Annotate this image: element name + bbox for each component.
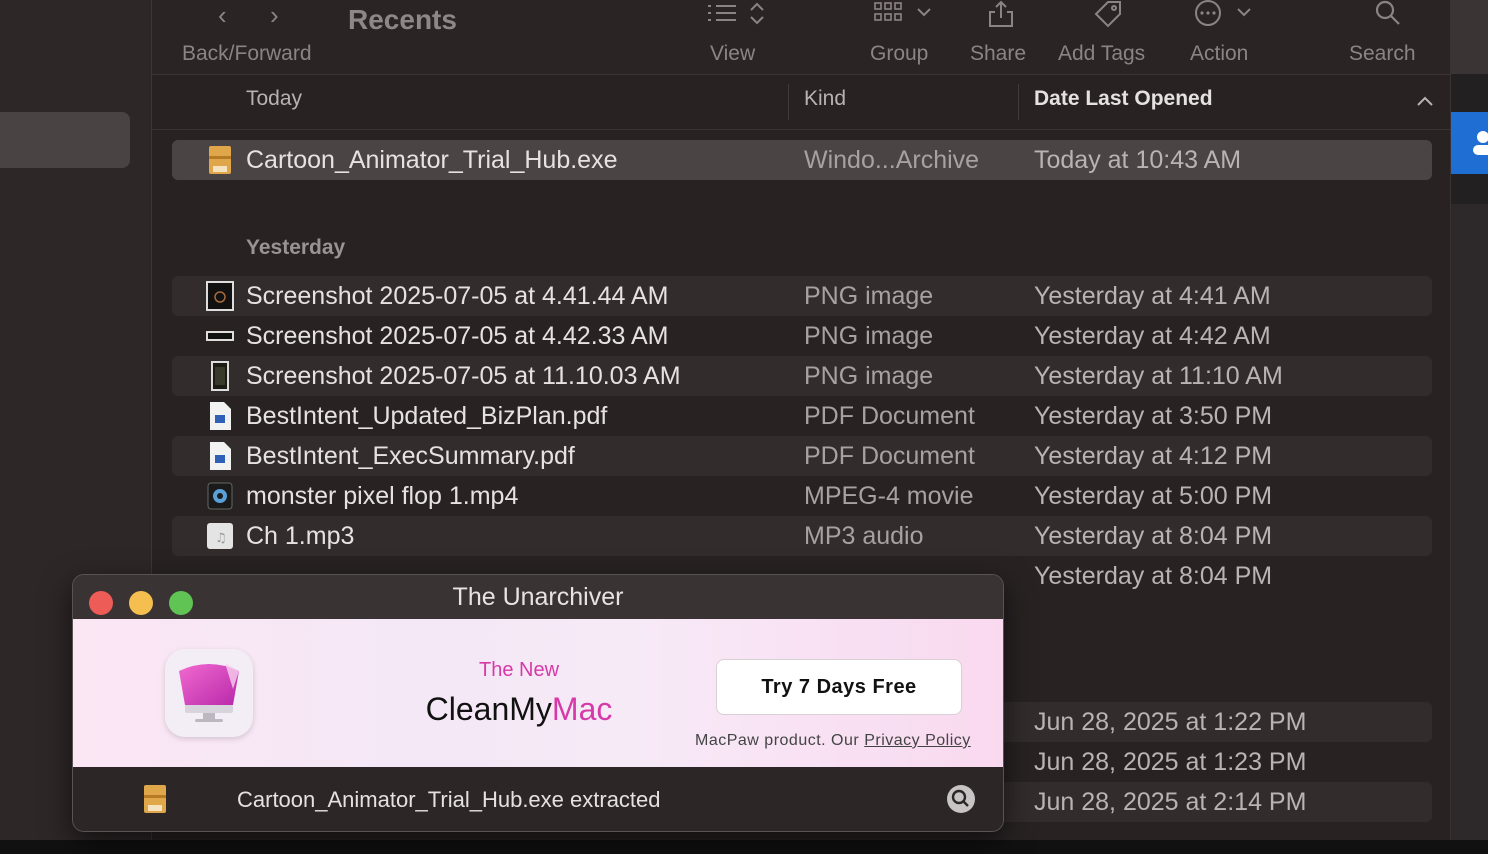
action-icon[interactable]: [1194, 0, 1252, 28]
cleanmymac-logo-icon: [165, 649, 253, 737]
table-row[interactable]: Screenshot 2025-07-05 at 4.42.33 AM PNG …: [172, 316, 1432, 356]
file-name: BestIntent_ExecSummary.pdf: [246, 442, 575, 470]
file-date: Jun 28, 2025 at 1:22 PM: [1034, 708, 1307, 736]
action-label: Action: [1190, 42, 1249, 65]
column-kind[interactable]: Kind: [804, 87, 846, 111]
privacy-policy-link[interactable]: Privacy Policy: [864, 732, 971, 749]
ad-footer-text: MacPaw product. Our: [695, 732, 860, 749]
ad-tagline: The New: [478, 659, 560, 681]
file-date: Today at 10:43 AM: [1034, 146, 1242, 174]
ad-brand-part: Mac: [551, 691, 613, 727]
sort-ascending-icon[interactable]: [1416, 95, 1434, 107]
file-date: Jun 28, 2025 at 1:23 PM: [1034, 748, 1307, 776]
try-free-button[interactable]: Try 7 Days Free: [716, 659, 962, 715]
cleanmymac-ad-banner[interactable]: The New CleanMyMac Try 7 Days Free MacPa…: [73, 619, 1003, 767]
background-toolbar: [1451, 0, 1488, 74]
pdf-icon: [210, 442, 231, 470]
unarchiver-titlebar[interactable]: The Unarchiver: [73, 575, 1003, 619]
page-title: Recents: [348, 4, 457, 35]
share-icon[interactable]: [988, 0, 1014, 28]
file-date: Yesterday at 3:50 PM: [1034, 402, 1273, 430]
file-date: Yesterday at 11:10 AM: [1034, 362, 1283, 390]
file-date: Yesterday at 4:41 AM: [1034, 282, 1271, 310]
add-tags-label: Add Tags: [1058, 42, 1146, 65]
column-date-last-opened[interactable]: Date Last Opened: [1034, 87, 1213, 111]
file-name: Cartoon_Animator_Trial_Hub.exe: [246, 146, 618, 174]
file-kind: PDF Document: [804, 442, 975, 470]
file-date: Yesterday at 5:00 PM: [1034, 482, 1273, 510]
file-name: Screenshot 2025-07-05 at 4.41.44 AM: [246, 282, 669, 310]
list-view-icon[interactable]: [708, 2, 768, 28]
file-date: Yesterday at 4:42 AM: [1034, 322, 1271, 350]
file-kind: PNG image: [804, 362, 934, 390]
archive-icon: [144, 785, 166, 813]
ad-footer: MacPaw product. Our Privacy Policy: [695, 732, 971, 750]
table-row[interactable]: monster pixel flop 1.mp4 MPEG-4 movie Ye…: [172, 476, 1432, 516]
forward-icon[interactable]: ›: [270, 0, 279, 31]
file-date: Jun 28, 2025 at 2:14 PM: [1034, 788, 1307, 816]
table-row[interactable]: Cartoon_Animator_Trial_Hub.exe Windo...A…: [172, 140, 1432, 180]
file-name: Screenshot 2025-07-05 at 11.10.03 AM: [246, 362, 681, 390]
file-date: Yesterday at 8:04 PM: [1034, 562, 1273, 590]
column-header: Today Kind Date Last Opened: [152, 75, 1450, 130]
file-date: Yesterday at 4:12 PM: [1034, 442, 1273, 470]
user-icon[interactable]: [1451, 112, 1488, 174]
group-label: Group: [870, 42, 929, 65]
audio-icon: ♫: [207, 523, 233, 549]
dock-strip: [0, 840, 1488, 854]
group-icon[interactable]: [874, 2, 938, 28]
background-panel: [1451, 204, 1488, 854]
unarchiver-title: The Unarchiver: [452, 583, 624, 611]
share-label: Share: [970, 42, 1027, 65]
reveal-in-finder-icon[interactable]: [947, 785, 975, 813]
status-text: Cartoon_Animator_Trial_Hub.exe extracted: [237, 787, 661, 812]
file-kind: PNG image: [804, 282, 934, 310]
video-icon: [207, 482, 233, 510]
file-kind: PDF Document: [804, 402, 975, 430]
table-row[interactable]: Screenshot 2025-07-05 at 4.41.44 AM PNG …: [172, 276, 1432, 316]
search-label: Search: [1349, 42, 1416, 65]
view-label: View: [710, 42, 756, 65]
section-yesterday: Yesterday: [246, 236, 346, 259]
sidebar-selected-item[interactable]: [0, 112, 130, 168]
search-icon[interactable]: [1374, 0, 1402, 28]
image-icon: [206, 281, 234, 311]
file-kind: PNG image: [804, 322, 934, 350]
file-name: Ch 1.mp3: [246, 522, 355, 550]
file-kind: MP3 audio: [804, 522, 924, 550]
table-row[interactable]: BestIntent_ExecSummary.pdf PDF Document …: [172, 436, 1432, 476]
column-name[interactable]: Today: [246, 87, 302, 111]
toolbar: ‹ › Back/Forward Recents View Group Shar…: [152, 0, 1450, 75]
extraction-status: Cartoon_Animator_Trial_Hub.exe extracted: [73, 767, 1003, 831]
file-date: Yesterday at 8:04 PM: [1034, 522, 1273, 550]
unarchiver-window: The Unarchiver The New CleanMyMac Try 7 …: [72, 574, 1004, 832]
table-row[interactable]: Screenshot 2025-07-05 at 11.10.03 AM PNG…: [172, 356, 1432, 396]
table-row[interactable]: ♫ Ch 1.mp3 MP3 audio Yesterday at 8:04 P…: [172, 516, 1432, 556]
svg-text:♫: ♫: [215, 531, 227, 546]
column-divider: [1018, 84, 1019, 120]
column-divider: [788, 84, 789, 120]
archive-icon: [209, 146, 231, 174]
file-name: BestIntent_Updated_BizPlan.pdf: [246, 402, 608, 430]
pdf-icon: [210, 402, 231, 430]
back-forward-label: Back/Forward: [182, 42, 312, 65]
file-kind: Windo...Archive: [804, 146, 980, 174]
file-kind: MPEG-4 movie: [804, 482, 974, 510]
image-icon: [211, 361, 229, 391]
tag-icon[interactable]: [1092, 0, 1124, 28]
file-name: Screenshot 2025-07-05 at 4.42.33 AM: [246, 322, 669, 350]
ad-brand-name: CleanMyMac: [403, 691, 635, 728]
table-row[interactable]: BestIntent_Updated_BizPlan.pdf PDF Docum…: [172, 396, 1432, 436]
ad-brand-part: CleanMy: [425, 691, 552, 727]
background-window-edge: [1451, 0, 1488, 854]
file-name: monster pixel flop 1.mp4: [246, 482, 519, 510]
image-icon: [206, 331, 234, 341]
back-icon[interactable]: ‹: [218, 0, 227, 31]
